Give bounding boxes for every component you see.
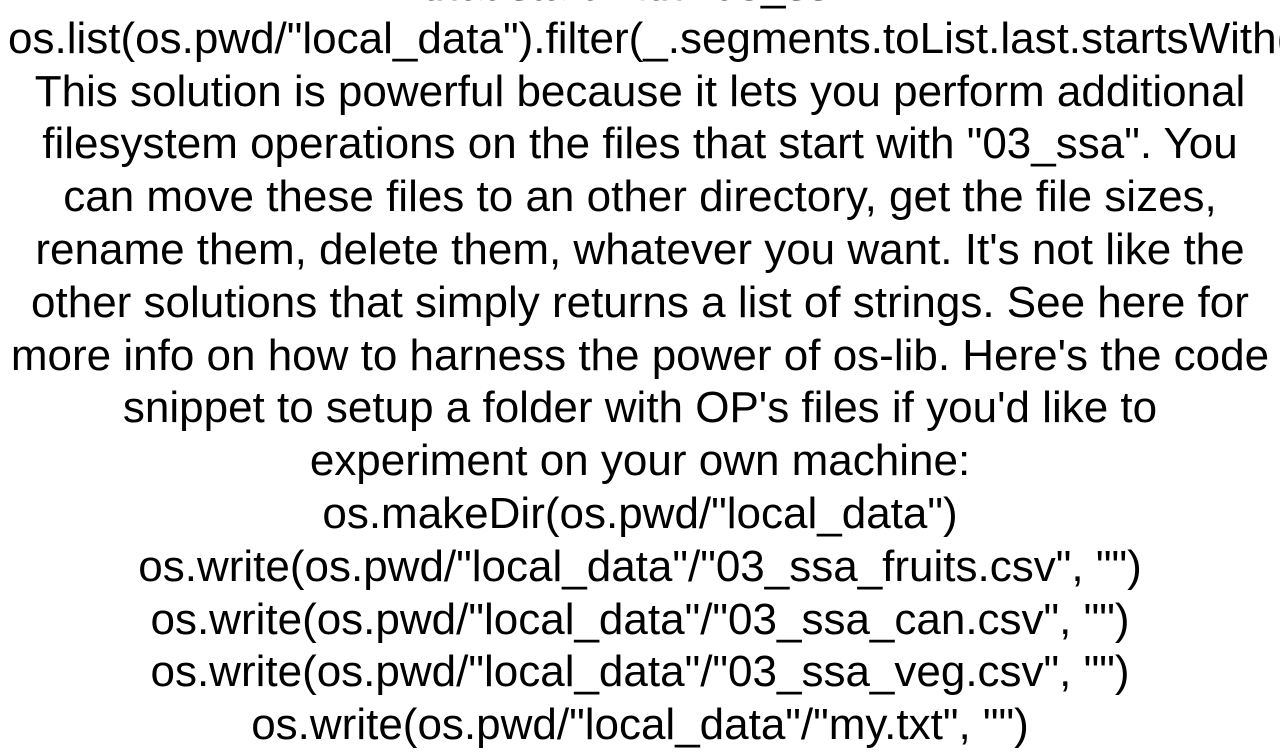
document-content: that start with "03_ss". os.list(os.pwd/… xyxy=(0,0,1280,752)
main-text: that start with "03_ss". os.list(os.pwd/… xyxy=(8,0,1272,752)
